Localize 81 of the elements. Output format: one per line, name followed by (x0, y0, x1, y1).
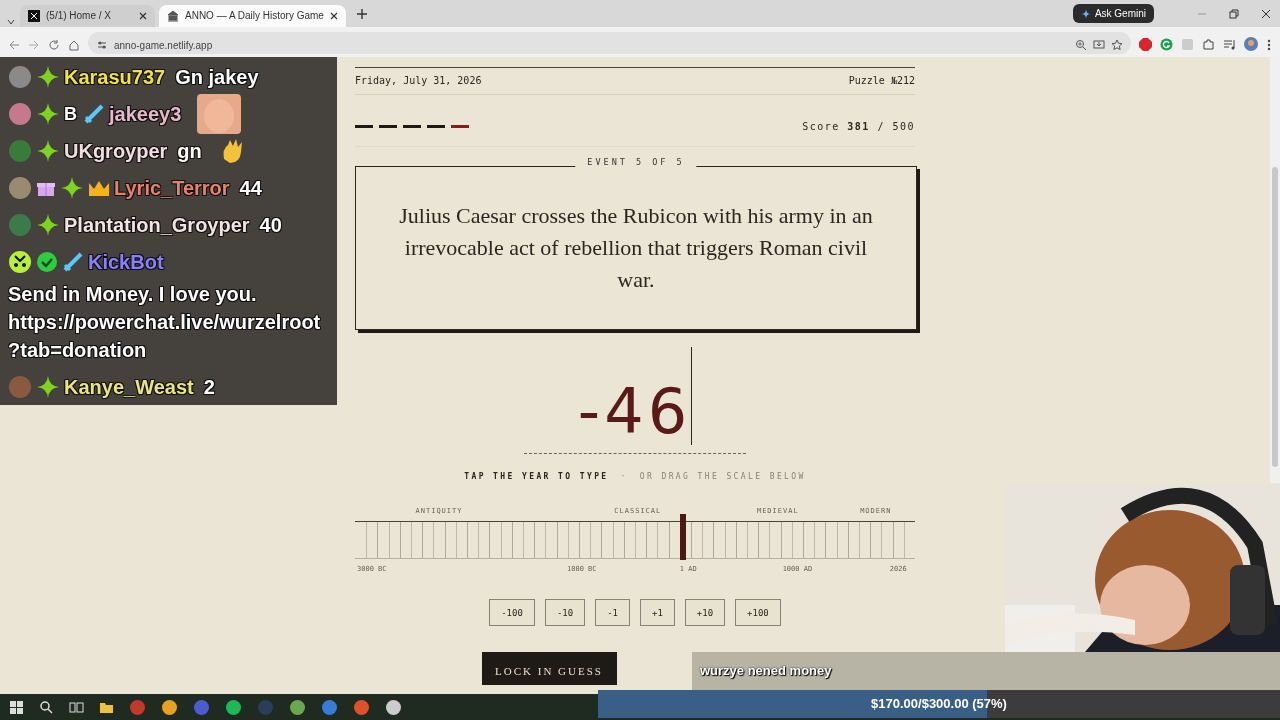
step-button[interactable]: +1 (640, 599, 675, 626)
chat-username: Plantation_Groyper (64, 214, 250, 235)
user-avatar (8, 212, 32, 237)
scroll-thumb[interactable] (1272, 167, 1278, 467)
year-value: -46 (577, 381, 692, 443)
close-icon[interactable] (139, 12, 147, 20)
browser-tab[interactable]: (5/1) Home / X (20, 5, 155, 27)
puzzle-number: Puzzle №212 (848, 75, 915, 86)
ask-gemini-button[interactable]: Ask Gemini (1072, 4, 1154, 23)
install-icon[interactable] (1093, 39, 1105, 51)
stop-sign-icon[interactable] (1139, 38, 1152, 51)
url-text: anno-game.netlify.app (114, 40, 214, 51)
chat-username: jakeey3 (109, 104, 182, 125)
tab-list-icon[interactable] (6, 17, 16, 27)
scrollbar[interactable] (1270, 57, 1280, 483)
sword-badge-icon (62, 250, 84, 273)
chat-username: KickBot (88, 251, 164, 272)
timeline-scale[interactable] (355, 514, 915, 560)
back-icon[interactable] (8, 39, 20, 51)
user-avatar (8, 102, 32, 127)
g-circle-icon[interactable] (1160, 38, 1173, 51)
task-view-icon[interactable] (69, 699, 84, 715)
scale-handle[interactable] (680, 514, 687, 560)
chat-message: Send in Money. I love you. https://powerchat.live/wurzelroot?tab=donation (8, 282, 322, 364)
verified-badge-icon (36, 250, 58, 273)
restore-icon[interactable] (1229, 8, 1239, 19)
chat-message: Gn jakey (175, 67, 259, 88)
profile-avatar[interactable] (1244, 37, 1258, 51)
chat-username: Lyric_Terror (114, 178, 230, 199)
new-tab-icon[interactable] (355, 7, 368, 20)
tab-title: (5/1) Home / X (46, 10, 113, 22)
x-logo-icon (28, 10, 40, 22)
app-icon[interactable] (161, 698, 178, 716)
close-icon[interactable] (329, 12, 338, 20)
score-label: Score 381 / 500 (802, 121, 915, 132)
zoom-icon[interactable] (1075, 39, 1087, 51)
step-button[interactable]: -10 (544, 599, 586, 626)
user-avatar (8, 374, 32, 399)
app-icon[interactable] (353, 698, 370, 716)
step-button[interactable]: +100 (735, 599, 781, 626)
hint-text: TAP THE YEAR TO TYPE (464, 472, 609, 481)
menu-icon[interactable] (1266, 39, 1272, 51)
app-icon[interactable] (225, 698, 242, 716)
chat-username: UKgroyper (64, 141, 168, 162)
reload-icon[interactable] (48, 39, 60, 51)
chat-message: 44 (239, 178, 262, 199)
chat-username: Karasu737 (64, 67, 166, 88)
goal-text: $170.00/$300.00 (57%) (870, 696, 1008, 711)
year-input[interactable]: -46 (524, 358, 746, 454)
user-avatar (8, 139, 32, 164)
user-avatar (8, 65, 32, 90)
chat-message: gn (177, 141, 202, 162)
alert-text: wurzye nened money (700, 663, 832, 678)
tab-title: ANNO — A Daily History Game (185, 10, 324, 22)
hint-separator: · (620, 472, 628, 481)
app-icon[interactable] (385, 698, 402, 716)
browser-tab[interactable]: ANNO — A Daily History Game (159, 5, 346, 27)
temple-icon (167, 10, 179, 22)
date-label: Friday, July 31, 2026 (355, 75, 482, 86)
media-icon[interactable] (1223, 38, 1236, 51)
step-button[interactable]: -100 (489, 599, 535, 626)
hint-text: OR DRAG THE SCALE BELOW (639, 472, 806, 481)
windows-icon[interactable] (9, 699, 24, 715)
chat-message: 2 (203, 376, 215, 397)
user-avatar (8, 176, 32, 201)
badge-label: B (64, 104, 77, 125)
site-info-icon[interactable] (96, 39, 108, 51)
lock-in-button[interactable]: LOCK IN GUESS (481, 652, 617, 685)
chat-message: 40 (259, 214, 282, 235)
step-button[interactable]: -1 (595, 599, 630, 626)
app-icon[interactable] (289, 698, 306, 716)
close-icon[interactable] (1261, 8, 1271, 19)
search-icon[interactable] (39, 699, 54, 715)
event-counter: EVENT 5 OF 5 (575, 157, 697, 167)
step-button[interactable]: +10 (684, 599, 726, 626)
address-bar[interactable]: anno-game.netlify.app (88, 32, 1131, 54)
sword-badge-icon (83, 103, 105, 126)
event-text: Julius Caesar crosses the Rubicon with his army in an irrevocable act of rebellion that triggers Roman civil war. (398, 202, 874, 294)
star-icon[interactable] (1111, 39, 1123, 51)
chat-username: Kanye_Weast (64, 376, 194, 397)
home-icon[interactable] (68, 39, 80, 51)
